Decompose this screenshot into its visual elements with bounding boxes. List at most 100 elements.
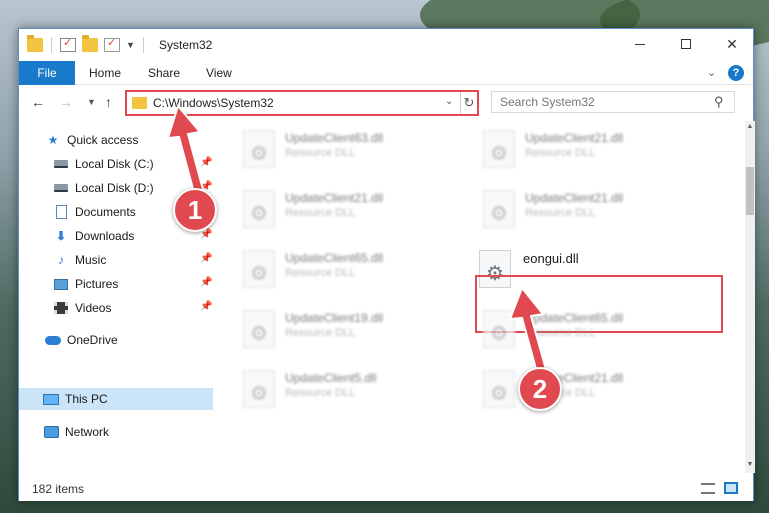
refresh-icon[interactable]: ↻	[460, 92, 477, 114]
navigation-bar: ← → ▼ ↑ C:\Windows\System32 ⌄ ↻ ⚲	[19, 85, 753, 121]
search-box[interactable]: ⚲	[491, 91, 735, 113]
dll-file-icon: ⚙	[483, 370, 515, 408]
file-item[interactable]: ⚙ UpdateClient21.dll Resource DLL	[453, 125, 683, 173]
file-name: UpdateClient65.dll	[525, 311, 624, 325]
pin-icon[interactable]: 📌	[200, 253, 212, 264]
divider	[51, 37, 52, 53]
tab-share[interactable]: Share	[148, 61, 180, 85]
file-explorer-window: ▼ System32 ✕ File Home Share View ⌄ ? ← …	[18, 28, 755, 501]
large-icons-view-icon[interactable]	[724, 482, 738, 494]
drive-icon	[53, 181, 69, 195]
new-folder-icon[interactable]	[82, 35, 98, 52]
network-icon	[43, 425, 59, 439]
address-path[interactable]: C:\Windows\System32	[153, 96, 274, 110]
sidebar-item-label: Local Disk (D:)	[75, 181, 154, 195]
navigation-pane: ★ Quick access Local Disk (C:) 📌 Local D…	[19, 121, 213, 473]
title-bar: ▼ System32 ✕	[19, 29, 753, 61]
scroll-down-icon[interactable]: ▼	[745, 461, 755, 468]
file-name: UpdateClient5.dll	[285, 371, 377, 385]
file-type: Resource DLL	[285, 147, 356, 159]
sidebar-item-music[interactable]: ♪ Music 📌	[19, 249, 213, 271]
sidebar-item-quick-access[interactable]: ★ Quick access	[19, 129, 213, 151]
sidebar-item-label: Videos	[75, 301, 112, 315]
scroll-up-icon[interactable]: ▲	[745, 123, 755, 130]
folder-icon	[132, 97, 147, 109]
address-bar[interactable]: C:\Windows\System32 ⌄ ↻	[125, 90, 479, 116]
file-item[interactable]: ⚙ UpdateClient21.dll Resource DLL	[453, 185, 683, 233]
details-view-icon[interactable]	[701, 483, 715, 494]
dll-file-icon: ⚙	[243, 250, 275, 288]
sidebar-item-label: Documents	[75, 205, 136, 219]
folder-icon	[27, 35, 43, 52]
file-type: Resource DLL	[285, 207, 356, 219]
sidebar-item-network[interactable]: Network	[19, 421, 213, 443]
sidebar-item-label: Quick access	[67, 133, 139, 147]
pin-icon[interactable]: 📌	[200, 301, 212, 312]
file-item[interactable]: ⚙ UpdateClient65.dll Resource DLL	[213, 245, 443, 293]
recent-locations-icon[interactable]: ▼	[87, 97, 96, 107]
back-arrow-icon[interactable]: ←	[31, 94, 45, 110]
pin-icon[interactable]: 📌	[200, 277, 212, 288]
sidebar-item-videos[interactable]: Videos 📌	[19, 297, 213, 319]
help-icon[interactable]: ?	[728, 65, 744, 81]
sidebar-item-onedrive[interactable]: OneDrive	[19, 329, 213, 351]
close-icon: ✕	[726, 35, 738, 52]
expand-ribbon-icon[interactable]: ⌄	[707, 66, 716, 79]
music-icon: ♪	[58, 253, 64, 267]
sidebar-item-label: Downloads	[75, 229, 135, 243]
search-input[interactable]	[500, 95, 700, 109]
drive-icon	[53, 157, 69, 171]
chevron-down-icon[interactable]: ⌄	[445, 96, 453, 107]
vertical-scrollbar[interactable]: ▲ ▼	[745, 121, 755, 473]
file-type: Resource DLL	[285, 327, 356, 339]
tab-home[interactable]: Home	[89, 61, 121, 85]
forward-arrow-icon[interactable]: →	[59, 94, 73, 110]
file-type: Resource DLL	[285, 387, 356, 399]
up-arrow-icon[interactable]: ↑	[105, 94, 112, 110]
quick-access-toolbar: ▼	[27, 35, 146, 53]
divider	[142, 37, 144, 53]
maximize-button[interactable]	[663, 29, 709, 59]
ribbon-tabs: File Home Share View ⌄ ?	[19, 61, 753, 85]
file-item[interactable]: ⚙ UpdateClient19.dll Resource DLL	[213, 305, 443, 353]
file-name: eongui.dll	[523, 251, 579, 266]
close-button[interactable]: ✕	[709, 29, 755, 59]
sidebar-item-label: Music	[75, 253, 107, 267]
dll-file-icon: ⚙	[243, 190, 275, 228]
properties-icon[interactable]	[60, 36, 76, 52]
item-count: 182 items	[32, 482, 85, 496]
sidebar-item-this-pc[interactable]: This PC	[19, 388, 213, 410]
file-type: Resource DLL	[525, 207, 596, 219]
file-name: UpdateClient63.dll	[285, 131, 384, 145]
minimize-icon	[635, 43, 645, 45]
tab-view[interactable]: View	[206, 61, 232, 85]
videos-icon	[53, 301, 69, 315]
step-1-callout: 1	[173, 188, 217, 232]
sidebar-item-local-disk-c[interactable]: Local Disk (C:) 📌	[19, 153, 213, 175]
sidebar-item-pictures[interactable]: Pictures 📌	[19, 273, 213, 295]
pin-icon[interactable]: 📌	[200, 157, 212, 168]
file-item[interactable]: ⚙ UpdateClient5.dll Resource DLL	[213, 365, 443, 413]
step-2-callout: 2	[518, 367, 562, 411]
dll-file-icon: ⚙	[243, 310, 275, 348]
sidebar-item-label: This PC	[65, 392, 108, 406]
file-item[interactable]: ⚙ UpdateClient21.dll Resource DLL	[213, 185, 443, 233]
dll-file-icon: ⚙	[483, 130, 515, 168]
file-name: UpdateClient65.dll	[285, 251, 384, 265]
pictures-icon	[53, 277, 69, 291]
document-icon	[53, 205, 69, 219]
dll-file-icon: ⚙	[243, 130, 275, 168]
download-icon: ⬇	[55, 229, 67, 243]
maximize-icon	[681, 39, 691, 49]
file-item[interactable]: ⚙ UpdateClient21.dll Resource DLL	[453, 365, 683, 413]
minimize-button[interactable]	[617, 29, 663, 59]
tab-file[interactable]: File	[19, 61, 75, 85]
chevron-down-icon[interactable]: ▼	[126, 40, 135, 50]
file-item[interactable]: ⚙ UpdateClient65.dll Resource DLL	[453, 305, 683, 353]
scrollbar-thumb[interactable]	[746, 167, 754, 215]
customize-icon[interactable]	[104, 36, 120, 52]
file-item[interactable]: ⚙ UpdateClient63.dll Resource DLL	[213, 125, 443, 173]
sidebar-item-label: Pictures	[75, 277, 119, 291]
dll-file-icon: ⚙	[243, 370, 275, 408]
status-bar: 182 items	[19, 475, 753, 501]
